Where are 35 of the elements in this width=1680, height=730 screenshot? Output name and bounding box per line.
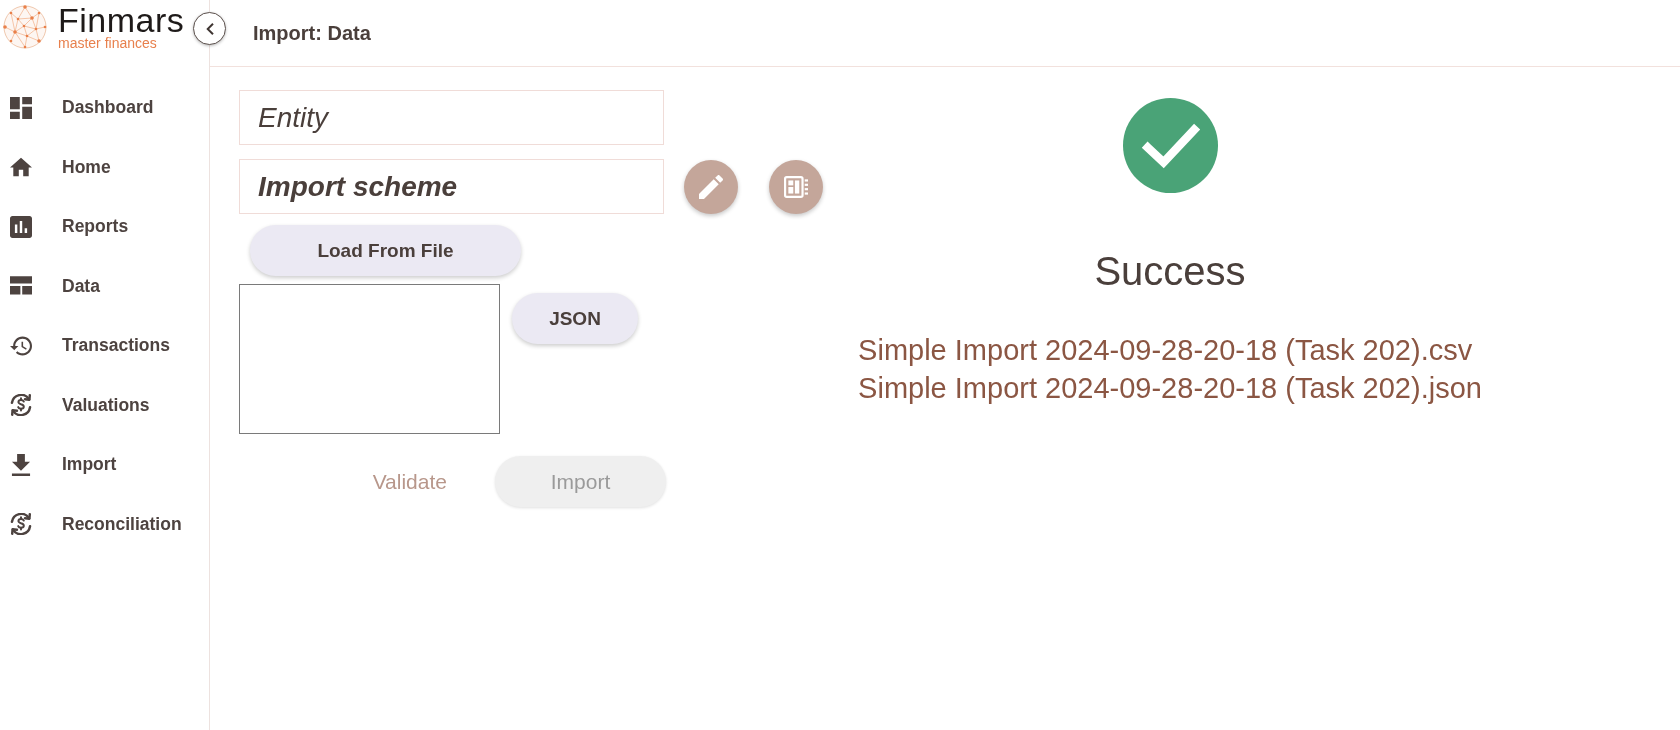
table-layout-icon: [784, 174, 808, 199]
chevron-left-icon: [205, 22, 214, 35]
json-button[interactable]: JSON: [512, 293, 638, 344]
load-file-button[interactable]: Load From File: [250, 225, 521, 276]
file-link[interactable]: Simple Import 2024-09-28-20-18 (Task 202).csv: [858, 331, 1473, 369]
currency-exchange-icon: [10, 394, 32, 417]
table-view-button[interactable]: [769, 159, 823, 214]
sidebar-item[interactable]: Reports: [0, 197, 209, 257]
success-check-icon: [1122, 98, 1218, 193]
sidebar-item[interactable]: Import: [0, 435, 209, 495]
sidebar-item[interactable]: Home: [0, 137, 209, 197]
logo-wordmark: Finmars: [58, 3, 185, 37]
globe-logo-icon: [3, 5, 47, 49]
bar-chart-icon: [10, 215, 32, 238]
dashboard-icon: [10, 96, 32, 119]
sidebar-item[interactable]: Data: [0, 256, 209, 316]
sidebar-item[interactable]: Valuations: [0, 375, 209, 435]
download-icon: [10, 453, 32, 476]
edit-button[interactable]: [684, 159, 738, 214]
textarea-field[interactable]: [239, 284, 500, 434]
pencil-icon: [699, 174, 723, 199]
sidebar-item[interactable]: Transactions: [0, 316, 209, 376]
collapse-sidebar-button[interactable]: [193, 12, 226, 45]
input-field[interactable]: Import scheme: [239, 159, 664, 214]
sidebar-item[interactable]: Reconciliation: [0, 494, 209, 554]
currency-exchange-icon: [10, 513, 32, 536]
input-field[interactable]: Entity: [239, 90, 664, 145]
page-title: Import: Data: [253, 21, 371, 45]
table-icon: [10, 275, 32, 298]
sidebar-item[interactable]: Dashboard: [0, 78, 209, 138]
history-icon: [10, 334, 32, 357]
logo-tagline: master finances: [58, 36, 158, 50]
file-link[interactable]: Simple Import 2024-09-28-20-18 (Task 202).json: [858, 369, 1482, 407]
home-icon: [10, 156, 32, 179]
status-heading: Success: [1094, 250, 1246, 292]
